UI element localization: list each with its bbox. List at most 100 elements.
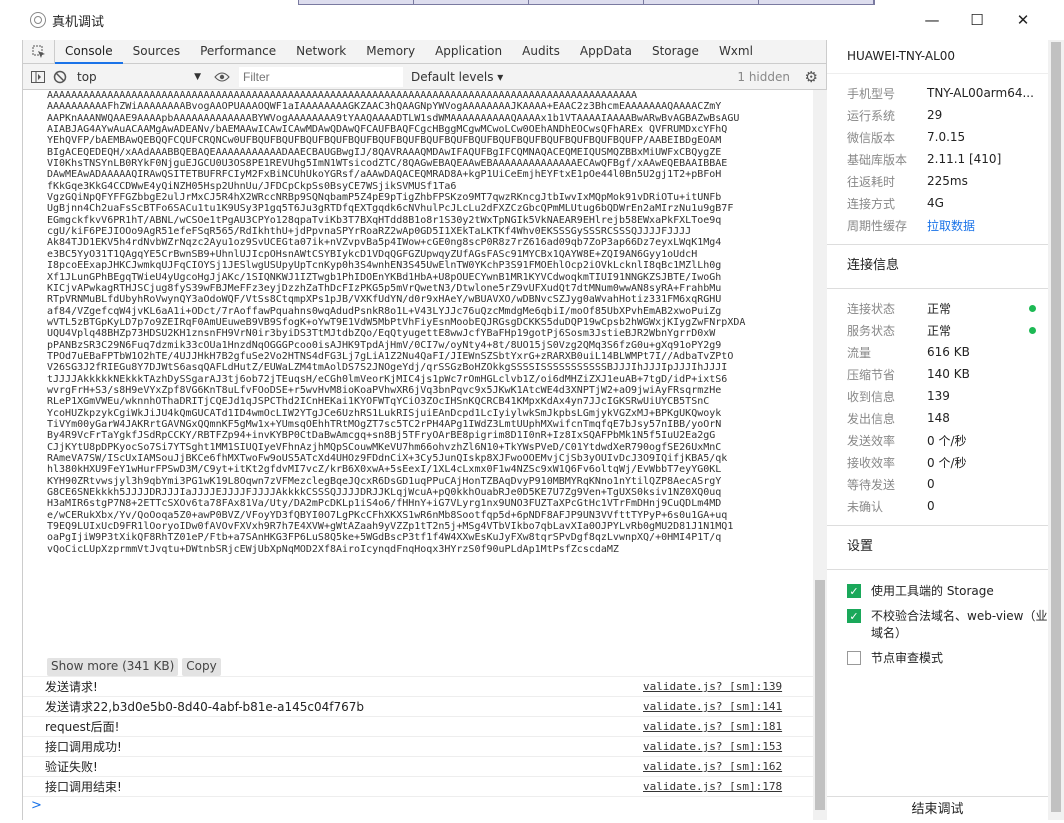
blob-line: KICjvAPwkagRTHJSCjug8fyS39wFBJMeFFz3eyjD… xyxy=(47,282,722,294)
blob-line: Ak84TJD1EKV5h4rdNvbWZrNqzc2Ayu1oz9SvUCEG… xyxy=(47,237,722,249)
info-key: 发出信息 xyxy=(847,411,896,426)
info-key: 基础库版本 xyxy=(847,152,908,167)
settings-title: 设置 xyxy=(827,526,1064,570)
tab-memory[interactable]: Memory xyxy=(356,40,425,64)
blob-line: VgzGQiNpQFYFFGZbbgE2ulJrMxCJ5R4hX2WRccNR… xyxy=(47,192,722,204)
chevron-down-icon: ▼ xyxy=(194,71,201,82)
maximize-button[interactable]: ☐ xyxy=(954,0,1000,40)
setting-label: 节点审查模式 xyxy=(871,651,944,665)
show-more-button[interactable]: Show more (341 KB) xyxy=(47,658,179,676)
blob-line: KYH90ZRtvwsjyl3h9qbYmi3PG1wK19L8Oqwn7zVF… xyxy=(47,475,722,487)
setting-checkbox[interactable]: ✓ 使用工具端的 Storage xyxy=(827,582,1064,599)
info-key: 运行系统 xyxy=(847,108,896,123)
filter-input[interactable] xyxy=(239,66,403,87)
tab-appdata[interactable]: AppData xyxy=(570,40,642,64)
info-key: 收到信息 xyxy=(847,389,896,404)
background-window-strip xyxy=(298,0,875,5)
status-dot-icon xyxy=(1029,304,1036,312)
checkbox-icon[interactable] xyxy=(847,651,861,665)
log-row: 接口调用结束! validate.js? [sm]:178 xyxy=(23,776,813,796)
blob-line: Xf1JLunGPhBEgqTWieU4yUgcoHgJjAKc/1SIQNKW… xyxy=(47,271,722,283)
info-key: 连接状态 xyxy=(847,301,896,316)
blob-line: AAAAAAAAAAAAAAAAAAAAAAAAAAAAAAAAAAAAAAAA… xyxy=(47,90,638,101)
setting-checkbox[interactable]: ✓ 不校验合法域名、web-view（业务域名） xyxy=(827,607,1064,641)
setting-label: 使用工具端的 Storage xyxy=(871,584,994,598)
log-row: request后面! validate.js? [sm]:181 xyxy=(23,716,813,736)
tab-audits[interactable]: Audits xyxy=(512,40,570,64)
blob-line: RLeP1XGmVWEu/wknnhOThaDRITjCQEJd1qJSPCTh… xyxy=(47,396,710,408)
blob-line: RAmeVA7SW/IScUxIAMSouJjBKCe6fhMXTwoFw9oU… xyxy=(47,453,728,464)
info-value: 148 xyxy=(927,411,950,425)
checkbox-icon[interactable]: ✓ xyxy=(847,609,861,623)
log-source-link[interactable]: validate.js? [sm]:162 xyxy=(643,760,782,773)
log-message: 接口调用成功! xyxy=(45,740,122,754)
info-row: 收到信息 139 xyxy=(827,385,1064,407)
sidebar-toggle-icon[interactable] xyxy=(27,66,49,88)
info-key: 连接方式 xyxy=(847,196,896,211)
setting-label: 不校验合法域名、web-view（业务域名） xyxy=(871,609,1060,640)
console-toolbar: top ▼ Default levels ▾ 1 hidden ⚙ xyxy=(23,64,826,90)
log-row: 验证失败! validate.js? [sm]:162 xyxy=(23,756,813,776)
log-source-link[interactable]: validate.js? [sm]:139 xyxy=(643,680,782,693)
base64-log-message: AAAAAAAAAAAAAAAAAAAAAAAAAAAAAAAAAAAAAAAA… xyxy=(23,90,813,656)
log-levels-dropdown[interactable]: Default levels ▾ xyxy=(411,70,503,84)
tab-application[interactable]: Application xyxy=(425,40,512,64)
blob-line: vQoCicLUpXzprmmVtJvqtu+DWtnbSRjcEWjUbXpN… xyxy=(47,543,619,555)
tab-network[interactable]: Network xyxy=(286,40,356,64)
info-key: 周期性缓存 xyxy=(847,218,908,233)
scrollbar-thumb[interactable] xyxy=(1051,42,1061,812)
info-value: TNY-AL00arm64... xyxy=(927,86,1034,100)
log-source-link[interactable]: validate.js? [sm]:141 xyxy=(643,700,782,713)
blob-line: oaPgIjiW9P3tXikQF8RhTZ01eP/Ftb+a7SAnHKG3… xyxy=(47,532,722,544)
blob-line: VI0KhsTNSYnLB0RYkF0NjguEJGCU0U3OS8PE1REV… xyxy=(47,158,728,170)
tab-wxml[interactable]: Wxml xyxy=(709,40,763,64)
console-prompt[interactable]: > xyxy=(23,796,813,816)
copy-button[interactable]: Copy xyxy=(182,658,221,676)
info-row: 手机型号 TNY-AL00arm64... xyxy=(827,82,1064,104)
tab-storage[interactable]: Storage xyxy=(642,40,709,64)
gear-icon[interactable]: ⚙ xyxy=(805,68,818,86)
info-key: 流量 xyxy=(847,345,872,360)
setting-checkbox[interactable]: 节点审查模式 xyxy=(827,649,1064,666)
info-value: 616 KB xyxy=(927,345,970,359)
info-row: 流量 616 KB xyxy=(827,341,1064,363)
info-key: 接收效率 xyxy=(847,455,896,470)
clear-console-icon[interactable] xyxy=(49,66,71,88)
log-row: 发送请求! validate.js? [sm]:139 xyxy=(23,676,813,696)
tab-sources[interactable]: Sources xyxy=(123,40,190,64)
info-key: 压缩节省 xyxy=(847,367,896,382)
connection-title: 连接信息 xyxy=(827,245,1064,289)
fetch-data-link[interactable]: 拉取数据 xyxy=(927,217,975,234)
log-source-link[interactable]: validate.js? [sm]:181 xyxy=(643,720,782,733)
context-selector[interactable]: top ▼ xyxy=(71,67,205,87)
info-value: 225ms xyxy=(927,174,968,188)
devtools-tabbar: Console Sources Performance Network Memory Ap… xyxy=(23,39,826,64)
blob-line: af84/VZgefcqW4jvKL6aA1i+ODct/7rAoffawPqu… xyxy=(47,305,722,317)
status-dot-icon xyxy=(1029,326,1036,334)
panel-scrollbar[interactable] xyxy=(1048,40,1064,820)
remote-debug-panel: HUAWEI-TNY-AL00 手机型号 TNY-AL00arm64... 运行系统… xyxy=(827,40,1064,820)
tab-console[interactable]: Console xyxy=(55,40,123,64)
close-button[interactable]: ✕ xyxy=(1000,0,1046,40)
end-debug-button[interactable]: 结束调试 xyxy=(827,796,1048,820)
blob-line: UgBjnn4Ch2uaFsScBTFo6SACu1tu1K9USy3P1gq5… xyxy=(47,203,734,215)
info-row: 接收效率 0 个/秒 xyxy=(827,451,1064,473)
info-row: 发出信息 148 xyxy=(827,407,1064,429)
tab-performance[interactable]: Performance xyxy=(190,40,286,64)
info-key: 发送效率 xyxy=(847,433,896,448)
info-row: 基础库版本 2.11.1 [410] xyxy=(827,148,1064,170)
log-source-link[interactable]: validate.js? [sm]:153 xyxy=(643,740,782,753)
inspect-element-icon[interactable] xyxy=(23,39,55,64)
minimize-button[interactable]: — xyxy=(909,0,955,40)
blob-line: e/wCERukXbx/Yv/QoOoqa5Z0+awP0BVZ/VFoyYD3… xyxy=(47,509,728,521)
blob-line: YEhQVFP/bAEMBAwQEBQQFCQUFCRQNCw0UFBQUFBQ… xyxy=(47,135,722,147)
checkbox-icon[interactable]: ✓ xyxy=(847,584,861,598)
log-source-link[interactable]: validate.js? [sm]:178 xyxy=(643,780,782,793)
scrollbar-thumb[interactable] xyxy=(815,580,825,810)
log-message: request后面! xyxy=(45,720,120,734)
eye-icon[interactable] xyxy=(211,66,233,88)
info-row: 发送效率 0 个/秒 xyxy=(827,429,1064,451)
console-scrollbar[interactable] xyxy=(813,90,827,820)
blob-line: AIABJAG4AYwAuACAAMgAwADEANv/bAEMAAwICAwI… xyxy=(47,124,728,136)
info-row: 服务状态 正常 xyxy=(827,319,1064,341)
